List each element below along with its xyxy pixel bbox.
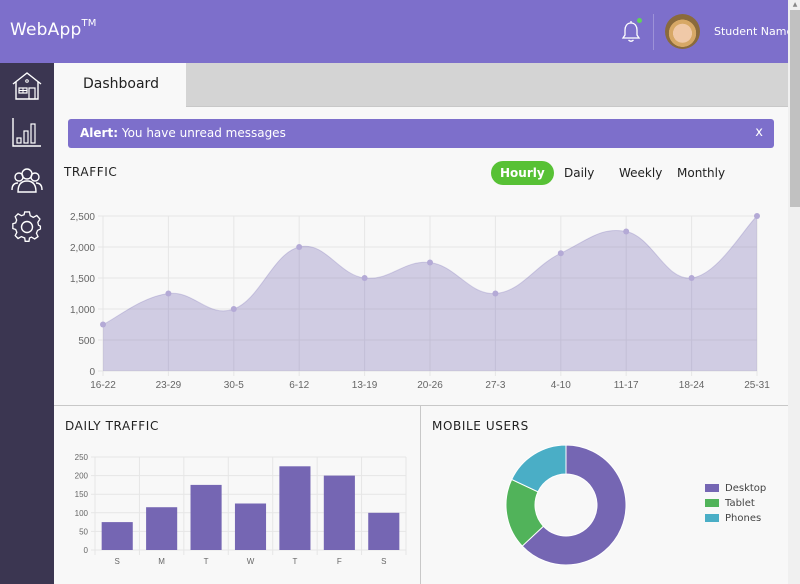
gear-icon (12, 211, 42, 243)
legend-label: Desktop (725, 483, 767, 494)
avatar[interactable] (665, 14, 700, 49)
bar (146, 507, 178, 550)
x-tick-label: M (158, 557, 165, 566)
legend-swatch-desktop (705, 484, 719, 492)
data-point (623, 228, 630, 235)
x-tick-label: 11-17 (614, 380, 639, 391)
data-point (688, 275, 695, 281)
sidebar-item-users[interactable] (10, 163, 44, 197)
x-tick-label: 13-19 (352, 380, 378, 391)
legend-label: Tablet (725, 498, 755, 509)
x-tick-label: 25-31 (744, 380, 770, 391)
tab-dashboard[interactable]: Dashboard (54, 63, 186, 108)
y-tick-label: 0 (84, 546, 89, 555)
y-tick-label: 100 (75, 509, 89, 518)
trademark: TM (81, 18, 97, 29)
period-daily-button[interactable]: Daily (564, 161, 594, 185)
x-tick-label: 23-29 (156, 380, 182, 391)
bar-chart-icon (12, 118, 41, 147)
data-point (296, 244, 303, 250)
tab-bar: Dashboard (54, 63, 788, 108)
data-point (230, 306, 237, 312)
y-tick-label: 200 (75, 472, 89, 481)
x-tick-label: 16-22 (90, 380, 116, 391)
y-tick-label: 0 (89, 367, 95, 378)
house-icon (12, 72, 42, 100)
y-tick-label: 500 (78, 336, 95, 347)
y-tick-label: 2,000 (70, 243, 95, 254)
app-logo[interactable]: WebAppTM (10, 18, 97, 40)
x-tick-label: 20-26 (417, 380, 443, 391)
y-tick-label: 1,500 (70, 274, 95, 285)
bell-icon (621, 21, 641, 42)
bar (234, 503, 267, 550)
notification-dot (637, 18, 642, 23)
x-tick-label: T (292, 557, 297, 566)
sidebar-item-settings[interactable] (10, 210, 44, 244)
section-divider-vertical (420, 406, 421, 584)
mobile-users-donut-chart (505, 445, 627, 565)
data-point (427, 259, 433, 266)
legend-swatch-tablet (705, 499, 719, 507)
period-weekly-button[interactable]: Weekly (619, 161, 662, 185)
alert-banner: Alert: You have unread messages x (68, 119, 774, 148)
x-tick-label: S (381, 557, 386, 566)
y-tick-label: 1,000 (70, 305, 95, 316)
data-point (100, 321, 106, 328)
bar (190, 484, 222, 550)
legend-phones: Phones (705, 513, 761, 524)
y-tick-label: 250 (75, 453, 89, 462)
x-tick-label: 30-5 (224, 380, 244, 391)
data-point (361, 275, 368, 281)
alert-label: Alert: (80, 126, 118, 140)
x-tick-label: 6-12 (289, 380, 309, 391)
data-point (754, 213, 760, 219)
x-tick-label: S (115, 557, 120, 566)
legend-swatch-phones (705, 514, 719, 522)
alert-close-button[interactable]: x (755, 125, 763, 140)
period-monthly-button[interactable]: Monthly (677, 161, 725, 185)
daily-traffic-title: DAILY TRAFFIC (65, 419, 159, 433)
x-tick-label: 27-3 (485, 380, 505, 391)
traffic-area-chart: 0 500 1,000 1,500 2,000 2,500 16-22 23-29 30-5 6-… (70, 212, 770, 391)
y-tick-label: 2,500 (70, 212, 95, 223)
mobile-users-title: MOBILE USERS (432, 419, 529, 433)
x-tick-label: W (247, 557, 255, 566)
sidebar-item-home[interactable] (10, 69, 44, 103)
y-tick-label: 50 (79, 527, 88, 536)
section-divider-horizontal (54, 405, 788, 406)
user-name[interactable]: Student Name (714, 25, 793, 38)
traffic-title: TRAFFIC (64, 165, 118, 179)
x-tick-label: 18-24 (679, 380, 705, 391)
sidebar-item-analytics[interactable] (10, 115, 44, 149)
data-point (165, 290, 172, 297)
y-tick-label: 150 (75, 490, 89, 499)
bar (279, 466, 311, 550)
bar (323, 475, 355, 550)
sidebar (0, 63, 54, 584)
x-tick-label: T (204, 557, 209, 566)
daily-traffic-bar-chart: 0 50 100 150 200 250 S M T W T F S (75, 453, 407, 566)
scrollbar-thumb[interactable] (790, 10, 800, 207)
notifications-button[interactable] (620, 20, 642, 44)
users-icon (11, 168, 43, 193)
scroll-up-arrow[interactable]: ▲ (790, 0, 800, 10)
data-point (557, 250, 564, 257)
bar (101, 522, 133, 550)
legend-desktop: Desktop (705, 483, 766, 494)
app-title: WebApp (10, 20, 82, 40)
data-point (492, 290, 499, 297)
x-tick-label: F (337, 557, 342, 566)
alert-message: You have unread messages (121, 126, 286, 140)
x-tick-label: 4-10 (551, 380, 571, 391)
bar (368, 512, 400, 550)
period-hourly-button[interactable]: Hourly (491, 161, 554, 185)
header-divider (653, 14, 654, 50)
legend-tablet: Tablet (705, 498, 755, 509)
legend-label: Phones (725, 513, 762, 524)
